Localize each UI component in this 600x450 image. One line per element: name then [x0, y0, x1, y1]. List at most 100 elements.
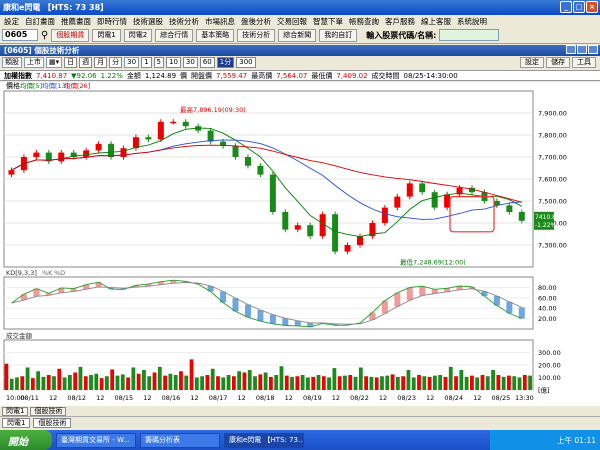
interval-button-1[interactable]: 5: [153, 57, 164, 68]
kd-area: [257, 310, 264, 322]
menu-item-10[interactable]: 帳務查詢: [349, 16, 379, 27]
panel-min-button[interactable]: [566, 45, 576, 54]
menu-item-12[interactable]: 線上客服: [421, 16, 451, 27]
period-button-1[interactable]: 週: [79, 57, 93, 68]
toolbar-button-3[interactable]: 綜合行情: [155, 28, 194, 42]
volume-bar: [120, 374, 125, 390]
volume-bar: [237, 371, 242, 390]
volume-bar: [385, 375, 390, 390]
taskbar-task-2[interactable]: 康和e閃電 【HTS: 73...: [224, 432, 304, 448]
chart-tool-button-2[interactable]: 工具: [572, 57, 596, 68]
toolbar-button-0[interactable]: 個股期貨: [51, 28, 90, 42]
candle-body: [518, 212, 525, 221]
category-select[interactable]: 類股: [2, 57, 22, 68]
status-tab-0[interactable]: 閃電1: [2, 417, 31, 428]
low-annotation: 最低7,248.69(12:00): [400, 257, 466, 266]
candle-body: [356, 236, 363, 245]
menu-item-1[interactable]: 自訂畫面: [25, 16, 55, 27]
toolbar-button-6[interactable]: 綜合新聞: [278, 28, 317, 42]
volume-bar: [321, 376, 326, 390]
stock-code-input[interactable]: 0605: [2, 29, 38, 41]
menu-item-7[interactable]: 盤後分析: [241, 16, 271, 27]
menu-item-5[interactable]: 技術分析: [169, 16, 199, 27]
volume-bar: [216, 376, 220, 390]
interval-button-5[interactable]: 1分: [216, 57, 235, 68]
volume-bar: [448, 366, 453, 390]
status-tab-1[interactable]: 個股技術: [33, 417, 72, 428]
volume-bar: [374, 377, 379, 390]
taskbar-task-0[interactable]: 臺灣期貨交易所 - W...: [56, 432, 136, 448]
technical-chart[interactable]: 價格 均價[5] 均價[13]均價[26]KD[9,3,3] %K %D成交金額7,90…: [0, 81, 600, 406]
chart-tool-button-0[interactable]: 設定: [520, 57, 544, 68]
menu-item-4[interactable]: 技術選股: [133, 16, 163, 27]
chart-type-select[interactable]: ▦▾: [46, 57, 63, 68]
window-title: 康和e閃電 【HTS: 73 38】: [3, 3, 109, 12]
interval-button-6[interactable]: 300: [236, 57, 256, 68]
chart-area[interactable]: 價格 均價[5] 均價[13] 均價[26] KD[9,3,3] %K %D 成交金額 7,90…: [0, 81, 600, 406]
volume-bar: [364, 376, 369, 390]
menu-item-2[interactable]: 推薦畫面: [61, 16, 91, 27]
toolbar-button-2[interactable]: 閃電2: [123, 28, 153, 42]
panel-close-button[interactable]: [588, 45, 598, 54]
open-label: 開盤價: [191, 71, 213, 80]
volume-bar: [343, 375, 347, 390]
menu-item-11[interactable]: 客戶服務: [385, 16, 415, 27]
market-select[interactable]: 上市: [24, 57, 44, 68]
interval-button-0[interactable]: 1: [141, 57, 152, 68]
volume-bar: [501, 376, 506, 390]
bottom-tab-1[interactable]: 個股技術: [30, 406, 67, 416]
toolbar-button-1[interactable]: 閃電1: [92, 28, 121, 42]
start-button[interactable]: 開始: [0, 430, 52, 450]
volume-bar: [507, 375, 511, 390]
x-tick-10: 12: [238, 394, 246, 402]
minimize-button[interactable]: _: [560, 1, 572, 13]
period-button-3[interactable]: 分: [109, 57, 123, 68]
period-value-select[interactable]: 30: [124, 57, 140, 68]
chart-tool-button-1[interactable]: 儲存: [546, 57, 570, 68]
x-tick-13: 08/19: [303, 394, 322, 402]
volume-bar: [115, 375, 120, 390]
kd-area: [282, 318, 289, 326]
volume-bar: [427, 376, 432, 390]
volume-bar: [395, 376, 400, 390]
menu-item-3[interactable]: 即時行情: [97, 16, 127, 27]
volume-bar: [411, 377, 416, 390]
taskbar-task-1[interactable]: 籌碼分析表: [140, 432, 220, 448]
menu-item-13[interactable]: 系統說明: [457, 16, 487, 27]
menu-item-9[interactable]: 智慧下單: [313, 16, 343, 27]
x-tick-7: 08/16: [162, 394, 181, 402]
panel-max-button[interactable]: [577, 45, 587, 54]
menu-item-0[interactable]: 設定: [4, 16, 19, 27]
menu-item-6[interactable]: 市場訊息: [205, 16, 235, 27]
period-button-0[interactable]: 日: [64, 57, 78, 68]
interval-button-2[interactable]: 10: [166, 57, 181, 68]
volume-bar: [57, 368, 62, 390]
volume-bar: [380, 376, 384, 390]
candle-body: [406, 183, 413, 197]
menu-item-8[interactable]: 交易回報: [277, 16, 307, 27]
interval-button-4[interactable]: 60: [199, 57, 215, 68]
toolbar-button-4[interactable]: 基本策略: [196, 28, 235, 42]
candle-body: [157, 121, 164, 140]
toolbar-button-5[interactable]: 技術分析: [237, 28, 276, 42]
volume-bar: [4, 363, 9, 390]
toolbar-button-7[interactable]: 我的自訂: [319, 28, 358, 42]
period-button-2[interactable]: 月: [94, 57, 108, 68]
search-icon[interactable]: ⚲: [41, 30, 48, 41]
volume-bar: [142, 370, 146, 390]
time-label: 成交時間: [371, 71, 400, 80]
search-input[interactable]: [439, 29, 500, 41]
volume-bar: [73, 372, 78, 390]
candle-body: [294, 225, 301, 230]
maximize-button[interactable]: □: [573, 1, 585, 13]
x-tick-4: 12: [96, 394, 104, 402]
x-tick-1: 08/11: [20, 394, 39, 402]
volume-bar: [242, 372, 247, 390]
close-button[interactable]: ×: [586, 1, 598, 13]
volume-bar: [464, 376, 469, 390]
interval-button-3[interactable]: 30: [182, 57, 198, 68]
volume-bar: [152, 372, 157, 390]
volume-bar: [279, 366, 284, 390]
candle-body: [33, 152, 40, 157]
bottom-tab-0[interactable]: 閃電1: [2, 406, 29, 416]
